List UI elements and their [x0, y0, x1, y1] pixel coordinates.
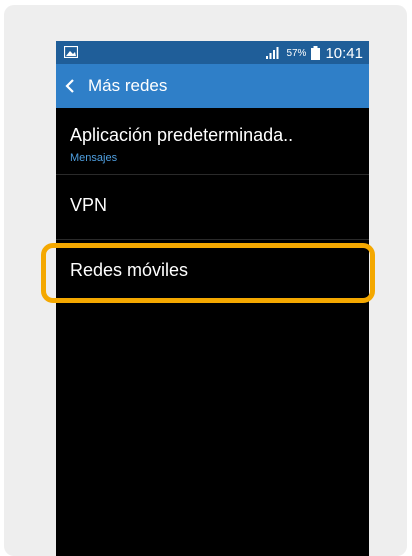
list-item-title: Aplicación predeterminada.. [70, 125, 294, 145]
clock: 10:41 [325, 44, 363, 62]
action-bar: Más redes [56, 64, 369, 108]
screenshot-frame: 57% 10:41 Más redes Aplicación predeterm… [4, 5, 407, 556]
page-title[interactable]: Más redes [88, 76, 167, 96]
status-indicators: 57% 10:41 [265, 43, 363, 63]
list-item-default-app[interactable]: Aplicación predeterminada.. Mensajes [56, 108, 369, 175]
list-item-title: VPN [70, 195, 108, 215]
status-bar: 57% 10:41 [56, 41, 369, 64]
battery-icon [311, 46, 321, 60]
highlight-box [41, 243, 375, 303]
battery-percent: 57% [286, 47, 307, 59]
list-item-vpn[interactable]: VPN [56, 175, 369, 240]
list-item-subtitle: Mensajes [70, 152, 118, 164]
chevron-left-icon[interactable] [60, 76, 80, 96]
signal-icon [266, 46, 279, 59]
image-icon [64, 46, 78, 58]
